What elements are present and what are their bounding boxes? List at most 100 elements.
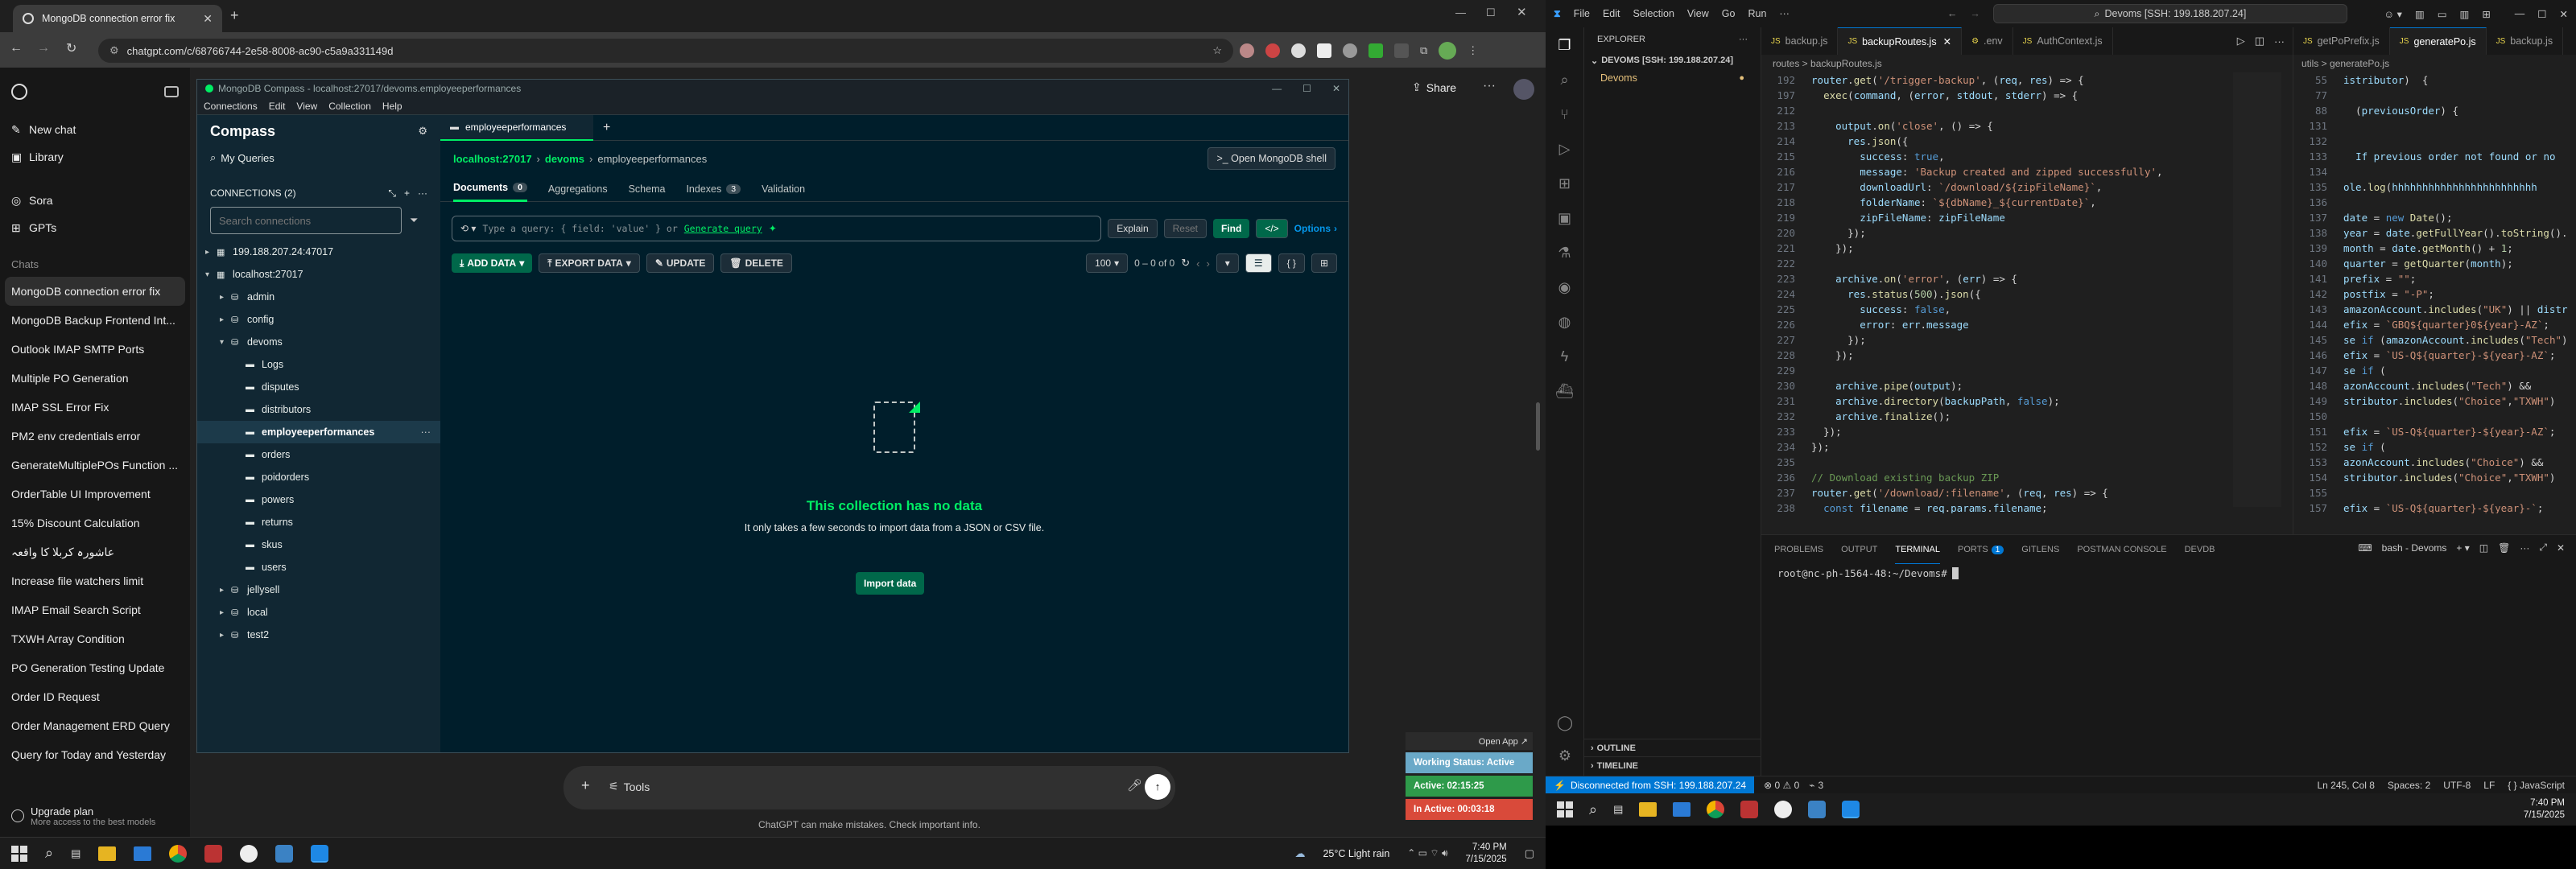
new-tab-plus-icon[interactable]: + xyxy=(603,121,610,135)
user-avatar[interactable] xyxy=(1513,79,1534,100)
code-editor-2[interactable]: 55 istributor) {77 88 (previousOrder) {131… xyxy=(2293,72,2576,513)
reset-button[interactable]: Reset xyxy=(1163,219,1207,238)
split-terminal-icon[interactable]: ◫ xyxy=(2479,542,2488,554)
remote-explorer-icon[interactable]: ▣ xyxy=(1558,210,1571,227)
vscode-menu-item[interactable]: View xyxy=(1687,8,1709,19)
open-app-link[interactable]: Open App ↗ xyxy=(1406,732,1533,750)
app-icon[interactable] xyxy=(240,844,258,863)
chat-history-item[interactable]: TXWH Array Condition xyxy=(0,624,190,653)
chat-history-item[interactable]: MongoDB connection error fix xyxy=(5,277,185,306)
chat-history-item[interactable]: GenerateMultiplePOs Function ... xyxy=(0,451,190,480)
menu-connections[interactable]: Connections xyxy=(204,101,258,112)
file-explorer-icon[interactable] xyxy=(98,846,117,861)
connections-menu-icon[interactable]: ··· xyxy=(418,187,427,199)
vscode-menu-item[interactable]: Edit xyxy=(1603,8,1620,19)
extensions-icon[interactable]: ⊞ xyxy=(1558,175,1571,192)
breadcrumb-host[interactable]: localhost:27017 xyxy=(453,153,532,165)
collection-tab[interactable]: ▬ employeeperformances xyxy=(440,114,593,141)
chat-history-item[interactable]: Multiple PO Generation xyxy=(0,364,190,393)
maximize-panel-icon[interactable]: ⤢ xyxy=(2539,542,2547,554)
chrome-icon[interactable] xyxy=(1707,801,1725,818)
app-icon[interactable] xyxy=(204,844,223,863)
weather-text[interactable]: 25°C Light rain xyxy=(1323,848,1389,859)
chat-history-item[interactable]: PM2 env credentials error xyxy=(0,422,190,451)
chat-composer[interactable]: + ⚟ Tools 🎤︎ ↑ xyxy=(564,766,1175,809)
windows-start-icon[interactable] xyxy=(1557,801,1573,818)
chat-history-item[interactable]: PO Generation Testing Update xyxy=(0,653,190,682)
editor-tab[interactable]: JS getPoPrefix.js xyxy=(2293,27,2390,55)
table-view-button[interactable]: ⊞ xyxy=(1311,253,1337,273)
tree-item[interactable]: ▬ powers xyxy=(197,488,440,511)
explorer-more-icon[interactable]: ··· xyxy=(1739,35,1748,44)
bookmark-star-icon[interactable]: ☆ xyxy=(1212,44,1222,57)
toggle-panel-icon[interactable]: ▭ xyxy=(2438,8,2447,20)
layout-icon[interactable]: ⊞ xyxy=(2482,8,2490,20)
query-code-button[interactable]: </> xyxy=(1256,219,1288,238)
tree-item[interactable]: ▬ orders xyxy=(197,443,440,466)
status-item[interactable]: UTF-8 xyxy=(2443,780,2471,791)
chat-history-item[interactable]: Order ID Request xyxy=(0,682,190,711)
more-options-icon[interactable]: ··· xyxy=(1483,79,1496,93)
tree-item[interactable]: ▸ ▦ 199.188.207.24:47017 xyxy=(197,241,440,263)
browser-menu-icon[interactable]: ⋮ xyxy=(1468,44,1478,57)
compass-maximize-icon[interactable]: ☐ xyxy=(1302,83,1311,94)
vscode-menu-item[interactable]: Selection xyxy=(1633,8,1674,19)
split-editor-icon[interactable]: ◫ xyxy=(2255,35,2264,47)
send-button[interactable]: ↑ xyxy=(1145,774,1170,800)
extension-icon[interactable] xyxy=(1317,43,1331,58)
filter-icon[interactable]: ⏷ xyxy=(410,214,418,227)
task-view-icon[interactable]: ▤ xyxy=(1613,803,1623,816)
new-chat-button[interactable]: ✎ New chat xyxy=(0,116,190,143)
scrollbar[interactable] xyxy=(1536,402,1540,451)
extension-icon[interactable] xyxy=(1240,43,1254,58)
notifications-icon[interactable]: ▢ xyxy=(1525,847,1534,860)
delete-button[interactable]: 🗑︎ DELETE xyxy=(720,253,792,273)
address-bar[interactable]: ⚙ chatgpt.com/c/68766744-2e58-8008-ac90-… xyxy=(98,39,1233,63)
close-tab-icon[interactable]: ✕ xyxy=(1943,35,1951,47)
extension-icon[interactable] xyxy=(1343,43,1357,58)
toggle-secondary-icon[interactable]: ▥ xyxy=(2460,8,2470,20)
task-view-icon[interactable]: ▤ xyxy=(71,847,80,860)
database-icon[interactable]: ◍ xyxy=(1558,314,1571,331)
extension-icon[interactable] xyxy=(1291,43,1306,58)
terminal-name[interactable]: bash - Devoms xyxy=(2382,542,2447,554)
tree-item[interactable]: ▾ ⛁ devoms xyxy=(197,331,440,353)
microphone-icon[interactable]: 🎤︎ xyxy=(1127,778,1142,793)
run-icon[interactable]: ▷ xyxy=(2237,35,2245,47)
code-editor[interactable]: 192 router.get('/trigger-backup', (req, r… xyxy=(1761,72,2293,513)
tools-button[interactable]: ⚟ Tools xyxy=(609,780,650,793)
chat-history-item[interactable]: 15% Discount Calculation xyxy=(0,509,190,537)
search-icon[interactable]: ⌕ xyxy=(1589,801,1597,818)
tree-item[interactable]: ▬ disputes xyxy=(197,376,440,398)
panel-tab-problems[interactable]: PROBLEMS xyxy=(1774,535,1823,564)
run-debug-icon[interactable]: ▷ xyxy=(1559,141,1571,158)
chat-history-item[interactable]: Outlook IMAP SMTP Ports xyxy=(0,335,190,364)
tree-item[interactable]: ▸ ⛁ test2 xyxy=(197,624,440,646)
close-window-icon[interactable]: ✕ xyxy=(1517,5,1527,19)
tree-item[interactable]: ▸ ⛁ local xyxy=(197,601,440,624)
import-data-button[interactable]: Import data xyxy=(856,572,925,595)
open-shell-button[interactable]: >_ Open MongoDB shell xyxy=(1208,147,1335,170)
clock[interactable]: 7:40 PM 7/15/2025 xyxy=(1466,842,1507,866)
attach-plus-icon[interactable]: + xyxy=(581,777,590,794)
minimap[interactable] xyxy=(2233,72,2281,507)
status-item[interactable]: Spaces: 2 xyxy=(2388,780,2430,791)
extensions-puzzle-icon[interactable]: ⧉ xyxy=(1420,44,1427,57)
ports-status[interactable]: ⌁ 3 xyxy=(1809,780,1823,791)
sora-button[interactable]: ◎ Sora xyxy=(0,187,190,214)
query-history-icon[interactable]: ⟲ ▾ xyxy=(460,223,476,234)
tray-icons[interactable]: ⌃ ▭ ⌔ 🔊︎ xyxy=(1407,847,1447,859)
vscode-menu-item[interactable]: File xyxy=(1574,8,1590,19)
search-icon[interactable]: ⌕ xyxy=(45,845,53,862)
new-terminal-icon[interactable]: + ▾ xyxy=(2456,542,2469,554)
back-icon[interactable]: ← xyxy=(10,41,23,56)
remote-indicator[interactable]: ⚡ Disconnected from SSH: 199.188.207.24 xyxy=(1546,776,1755,793)
tree-item[interactable]: ▬ returns xyxy=(197,511,440,533)
app-icon[interactable] xyxy=(275,844,294,863)
tree-item[interactable]: ▬ users xyxy=(197,556,440,579)
status-item[interactable]: Ln 245, Col 8 xyxy=(2318,780,2375,791)
editor-tab[interactable]: JS backupRoutes.js ✕ xyxy=(1838,27,1963,55)
subtab-aggregations[interactable]: Aggregations xyxy=(548,176,608,202)
openai-logo-icon[interactable] xyxy=(11,84,27,100)
panel-more-icon[interactable]: ··· xyxy=(2520,542,2529,554)
